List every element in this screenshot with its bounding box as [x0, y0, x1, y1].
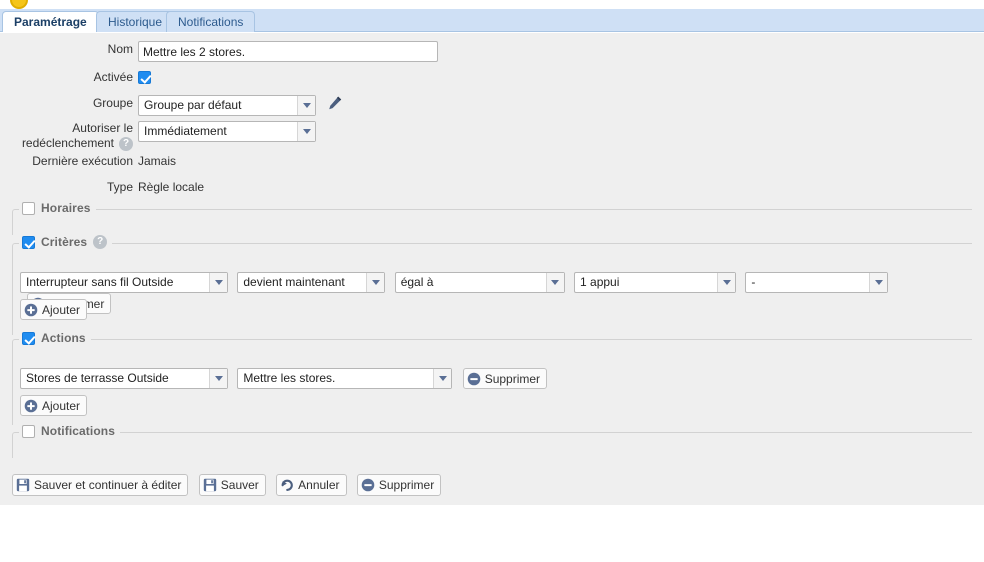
horaires-label: Horaires — [41, 201, 91, 215]
criteres-value-select[interactable]: 1 appui — [574, 272, 737, 293]
label-type: Type — [106, 180, 133, 194]
scenario-editor-page: Paramétrage Historique Notifications Nom… — [0, 0, 984, 562]
floppy-disk-icon — [16, 478, 30, 492]
derniere-execution-value: Jamais — [138, 154, 177, 168]
plus-circle-icon — [24, 399, 38, 413]
actions-target-value: Stores de terrasse Outside — [26, 371, 169, 385]
chevron-down-icon — [433, 369, 452, 388]
chevron-down-icon — [366, 273, 385, 292]
tab-historique[interactable]: Historique — [96, 11, 175, 32]
chevron-down-icon — [297, 96, 315, 115]
scenario-form: Nom Activée Groupe Groupe par défaut — [0, 41, 984, 205]
save-and-continue-label: Sauver et continuer à éditer — [34, 478, 182, 492]
minus-circle-icon — [467, 372, 481, 386]
section-criteres-legend: Critères ? — [19, 235, 113, 249]
actions-add-button[interactable]: Ajouter — [20, 395, 88, 416]
chevron-down-icon — [209, 273, 227, 292]
notifications-label: Notifications — [41, 424, 115, 438]
actions-checkbox[interactable] — [22, 331, 35, 345]
label-redeclenchement-line2: redéclenchement — [21, 136, 114, 150]
field-row-groupe: Groupe Groupe par défaut — [0, 95, 984, 121]
chevron-down-icon — [869, 273, 888, 292]
label-groupe: Groupe — [92, 96, 133, 110]
actions-command-value: Mettre les stores. — [243, 371, 336, 385]
chevron-down-icon — [297, 122, 315, 141]
question-mark-icon[interactable]: ? — [119, 136, 133, 151]
criteres-operator-value: égal à — [400, 275, 434, 289]
field-row-derniere-execution: Dernière exécution Jamais — [0, 153, 984, 179]
floppy-disk-icon — [203, 478, 217, 492]
actions-add-label: Ajouter — [42, 398, 81, 413]
criteres-add-button[interactable]: Ajouter — [20, 299, 88, 320]
actions-row: Stores de terrasse Outside Mettre les st… — [20, 368, 548, 389]
criteres-device-select[interactable]: Interrupteur sans fil Outside — [20, 272, 228, 293]
field-row-nom: Nom — [0, 41, 984, 69]
actions-delete-label: Supprimer — [484, 371, 541, 386]
section-criteres: Critères ? Interrupteur sans fil Outside… — [12, 235, 972, 335]
redeclenchement-select-value: Immédiatement — [144, 124, 227, 138]
pencil-icon[interactable] — [327, 95, 343, 114]
chevron-down-icon — [717, 273, 736, 292]
chevron-down-icon — [545, 273, 564, 292]
save-button[interactable]: Sauver — [198, 474, 266, 496]
save-and-continue-button[interactable]: Sauver et continuer à éditer — [12, 474, 189, 496]
actions-label: Actions — [41, 331, 86, 345]
type-value: Règle locale — [138, 180, 205, 194]
undo-arrow-icon — [280, 478, 294, 492]
label-derniere-execution: Dernière exécution — [32, 154, 133, 168]
groupe-select[interactable]: Groupe par défaut — [138, 95, 316, 116]
chevron-down-icon — [209, 369, 227, 388]
actions-delete-button[interactable]: Supprimer — [462, 368, 548, 389]
tab-parametrage[interactable]: Paramétrage — [2, 11, 99, 32]
tab-bar: Paramétrage Historique Notifications — [0, 9, 984, 32]
criteres-checkbox[interactable] — [22, 235, 35, 249]
section-horaires-legend: Horaires — [19, 201, 96, 215]
criteres-value-value: 1 appui — [580, 275, 620, 289]
top-strip — [0, 0, 984, 9]
delete-button[interactable]: Supprimer — [356, 474, 442, 496]
question-mark-icon[interactable]: ? — [93, 235, 108, 249]
section-actions: Actions Stores de terrasse Outside Mettr… — [12, 331, 972, 425]
cancel-label: Annuler — [298, 478, 340, 492]
criteres-label: Critères — [41, 235, 88, 249]
minus-circle-icon — [361, 478, 375, 492]
tab-notifications[interactable]: Notifications — [166, 11, 256, 32]
label-nom: Nom — [107, 42, 133, 56]
criteres-event-select[interactable]: devient maintenant — [237, 272, 386, 293]
criteres-operator-select[interactable]: égal à — [394, 272, 565, 293]
plus-circle-icon — [24, 303, 38, 317]
footer-toolbar: Sauver et continuer à éditer Sauver Annu… — [12, 474, 448, 496]
field-row-activee: Activée — [0, 69, 984, 95]
redeclenchement-select[interactable]: Immédiatement — [138, 121, 316, 142]
scenario-status-icon — [10, 0, 28, 9]
field-row-redeclenchement: Autoriser le redéclenchement ? Immédiate… — [0, 121, 984, 153]
horaires-checkbox[interactable] — [22, 201, 35, 215]
section-notifications: Notifications — [12, 424, 972, 458]
actions-target-select[interactable]: Stores de terrasse Outside — [20, 368, 228, 389]
section-horaires: Horaires — [12, 201, 972, 235]
criteres-extra-value: - — [751, 275, 756, 289]
section-actions-legend: Actions — [19, 331, 91, 345]
criteres-extra-select[interactable]: - — [745, 272, 889, 293]
settings-panel: Nom Activée Groupe Groupe par défaut — [0, 33, 984, 505]
field-row-type: Type Règle locale — [0, 179, 984, 205]
delete-label: Supprimer — [378, 478, 435, 492]
groupe-select-value: Groupe par défaut — [144, 98, 242, 112]
label-redeclenchement-line1: Autoriser le — [72, 121, 133, 135]
criteres-add-label: Ajouter — [42, 302, 81, 317]
actions-command-select[interactable]: Mettre les stores. — [237, 368, 453, 389]
save-label: Sauver — [220, 478, 259, 492]
label-activee: Activée — [93, 70, 133, 84]
notifications-checkbox[interactable] — [22, 424, 35, 438]
criteres-event-value: devient maintenant — [243, 275, 345, 289]
nom-input[interactable] — [138, 41, 438, 62]
activee-checkbox[interactable] — [138, 71, 151, 85]
criteres-device-value: Interrupteur sans fil Outside — [26, 275, 174, 289]
section-notifications-legend: Notifications — [19, 424, 120, 438]
cancel-button[interactable]: Annuler — [276, 474, 347, 496]
criteres-row: Interrupteur sans fil Outside devient ma… — [20, 272, 972, 314]
